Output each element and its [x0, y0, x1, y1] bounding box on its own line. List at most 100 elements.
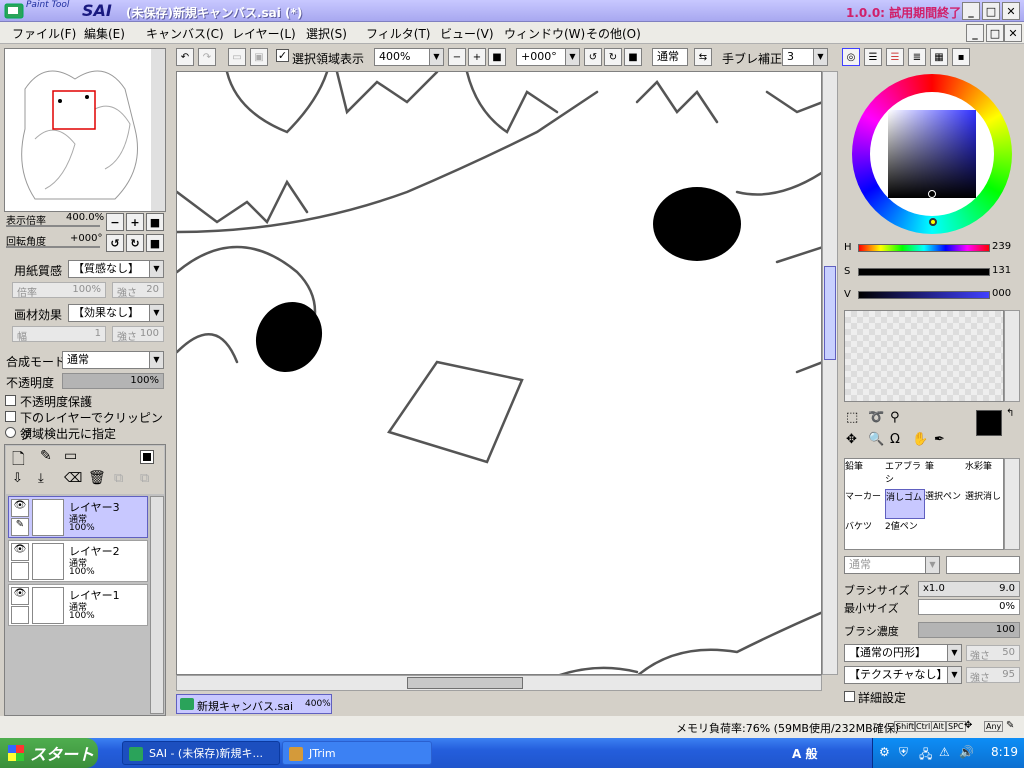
- layer-row[interactable]: 👁 ✎ レイヤー3 通常 100%: [8, 496, 148, 538]
- layer-scrollbar[interactable]: [150, 496, 164, 714]
- value-slider[interactable]: [858, 291, 990, 299]
- clear-layer-icon[interactable]: ⌫: [64, 471, 82, 486]
- tool-watercolor[interactable]: 水彩筆: [965, 459, 1005, 489]
- menu-file[interactable]: ファイル(F): [12, 25, 76, 42]
- invert-selection-button[interactable]: ▣: [250, 48, 268, 66]
- drawing-canvas[interactable]: [176, 71, 822, 675]
- rotate-reset-button[interactable]: ■: [624, 48, 642, 66]
- layer-mask-icon[interactable]: [140, 450, 154, 464]
- hand-icon[interactable]: ✋: [912, 432, 928, 447]
- brush-density-slider[interactable]: 100: [918, 622, 1020, 638]
- blend-mode-select[interactable]: 通常: [652, 48, 688, 66]
- rotate-left-button[interactable]: ↺: [584, 48, 602, 66]
- details-checkbox[interactable]: [844, 691, 855, 702]
- shield-icon[interactable]: ⛨: [899, 745, 908, 760]
- rotate-icon[interactable]: Ω: [890, 432, 900, 447]
- ime-indicator[interactable]: A 般: [792, 745, 817, 762]
- menu-select[interactable]: 選択(S): [306, 25, 347, 42]
- brush-mode-select[interactable]: 通常 ▼: [844, 556, 940, 574]
- eye-icon[interactable]: 👁: [11, 543, 29, 561]
- nav-zoom-reset-button[interactable]: ■: [146, 213, 164, 231]
- sv-picker-marker[interactable]: [928, 190, 936, 198]
- pen-lock-icon[interactable]: [11, 562, 29, 580]
- doc-minimize-button[interactable]: _: [966, 24, 984, 42]
- canvas-horizontal-scrollbar[interactable]: [176, 675, 822, 691]
- pen-lock-icon[interactable]: [11, 606, 29, 624]
- angle-slider[interactable]: [6, 246, 100, 248]
- menu-filter[interactable]: フィルタ(T): [366, 25, 430, 42]
- swap-colors-icon[interactable]: ↰: [1006, 408, 1014, 419]
- color-wheel-tab-icon[interactable]: ◎: [842, 48, 860, 66]
- task-jtrim[interactable]: JTrim: [282, 741, 432, 765]
- move-icon[interactable]: ✥: [846, 432, 857, 447]
- task-sai[interactable]: SAI - (未保存)新規キ...: [122, 741, 280, 765]
- saturation-slider[interactable]: [858, 268, 990, 276]
- tool-bucket[interactable]: バケツ: [845, 519, 885, 549]
- show-selection-checkbox[interactable]: ✓: [276, 49, 289, 62]
- foreground-color-swatch[interactable]: [976, 410, 1002, 436]
- layer-blend-select[interactable]: 通常 ▼: [62, 351, 164, 369]
- maximize-button[interactable]: □: [982, 2, 1000, 20]
- hsv-slider-tab-icon[interactable]: ☰: [886, 48, 904, 66]
- vertical-scroll-thumb[interactable]: [824, 266, 836, 360]
- navigator-preview[interactable]: [4, 48, 166, 212]
- menu-layer[interactable]: レイヤー(L): [232, 25, 296, 42]
- undo-button[interactable]: ↶: [176, 48, 194, 66]
- tool-airbrush[interactable]: エアブラシ: [885, 459, 925, 489]
- eyedropper-icon[interactable]: ✒: [934, 432, 945, 447]
- minimize-button[interactable]: _: [962, 2, 980, 20]
- delete-layer-icon[interactable]: 🗑: [88, 470, 106, 486]
- tool-select-eraser[interactable]: 選択消し: [965, 489, 1005, 519]
- tool-grid-scrollbar[interactable]: [1004, 458, 1020, 550]
- tool-select-pen[interactable]: 選択ペン: [925, 489, 965, 519]
- eye-icon[interactable]: 👁: [11, 499, 29, 517]
- brush-shape-presets[interactable]: [946, 556, 1020, 574]
- zoom-reset-button[interactable]: ■: [488, 48, 506, 66]
- swatches-tab-icon[interactable]: ▦: [930, 48, 948, 66]
- rect-select-icon[interactable]: ⬚: [846, 410, 858, 425]
- deselect-button[interactable]: ▭: [228, 48, 246, 66]
- menu-other[interactable]: その他(O): [586, 25, 641, 42]
- hue-picker-marker[interactable]: [929, 218, 937, 226]
- zoom-out-button[interactable]: −: [448, 48, 466, 66]
- horizontal-scroll-thumb[interactable]: [407, 677, 523, 689]
- new-vector-layer-icon[interactable]: ✎: [40, 448, 52, 464]
- merge-down-icon[interactable]: ⤓: [38, 471, 44, 486]
- close-button[interactable]: ✕: [1002, 2, 1020, 20]
- min-size-slider[interactable]: 0%: [918, 599, 1020, 615]
- opacity-slider[interactable]: 100%: [62, 373, 164, 389]
- menu-view[interactable]: ビュー(V): [440, 25, 494, 42]
- tool-binary-pen[interactable]: 2値ペン: [885, 519, 925, 549]
- network-icon[interactable]: 🖧: [919, 745, 932, 766]
- pen-lock-icon[interactable]: ✎: [11, 518, 29, 536]
- start-button[interactable]: スタート: [0, 738, 98, 768]
- rgb-slider-tab-icon[interactable]: ☰: [864, 48, 882, 66]
- new-folder-icon[interactable]: ▭: [64, 448, 77, 464]
- volume-icon[interactable]: 🔊: [959, 745, 974, 759]
- doc-close-button[interactable]: ✕: [1004, 24, 1022, 42]
- zoom-in-button[interactable]: +: [468, 48, 486, 66]
- zoom-icon[interactable]: 🔍: [868, 432, 884, 447]
- zoom-slider[interactable]: [6, 225, 100, 227]
- hue-ring[interactable]: [852, 74, 1012, 234]
- security-alert-icon[interactable]: ⚠: [939, 745, 950, 759]
- color-mixer-tab-icon[interactable]: ≣: [908, 48, 926, 66]
- scratchpad-tab-icon[interactable]: ▪: [952, 48, 970, 66]
- rotate-right-button[interactable]: ↻: [604, 48, 622, 66]
- stabilizer-select[interactable]: 3 ▼: [782, 48, 828, 66]
- redo-button[interactable]: ↷: [198, 48, 216, 66]
- zoom-select[interactable]: 400% ▼: [374, 48, 444, 66]
- layer-row[interactable]: 👁 レイヤー2 通常 100%: [8, 540, 148, 582]
- menu-canvas[interactable]: キャンバス(C): [146, 25, 224, 42]
- scratchpad-scrollbar[interactable]: [1004, 310, 1020, 402]
- tool-marker[interactable]: マーカー: [845, 489, 885, 519]
- magic-wand-icon[interactable]: ⚲: [890, 410, 900, 425]
- canvas-vertical-scrollbar[interactable]: [822, 71, 838, 675]
- lasso-icon[interactable]: ➰: [868, 410, 884, 425]
- scratchpad[interactable]: [844, 310, 1004, 402]
- paper-texture-select[interactable]: 【質感なし】 ▼: [68, 260, 164, 278]
- nav-rotate-left-button[interactable]: ↺: [106, 234, 124, 252]
- clip-lower-checkbox[interactable]: [5, 411, 16, 422]
- brush-size-slider[interactable]: x1.0 9.0: [918, 581, 1020, 597]
- nav-rotate-reset-button[interactable]: ■: [146, 234, 164, 252]
